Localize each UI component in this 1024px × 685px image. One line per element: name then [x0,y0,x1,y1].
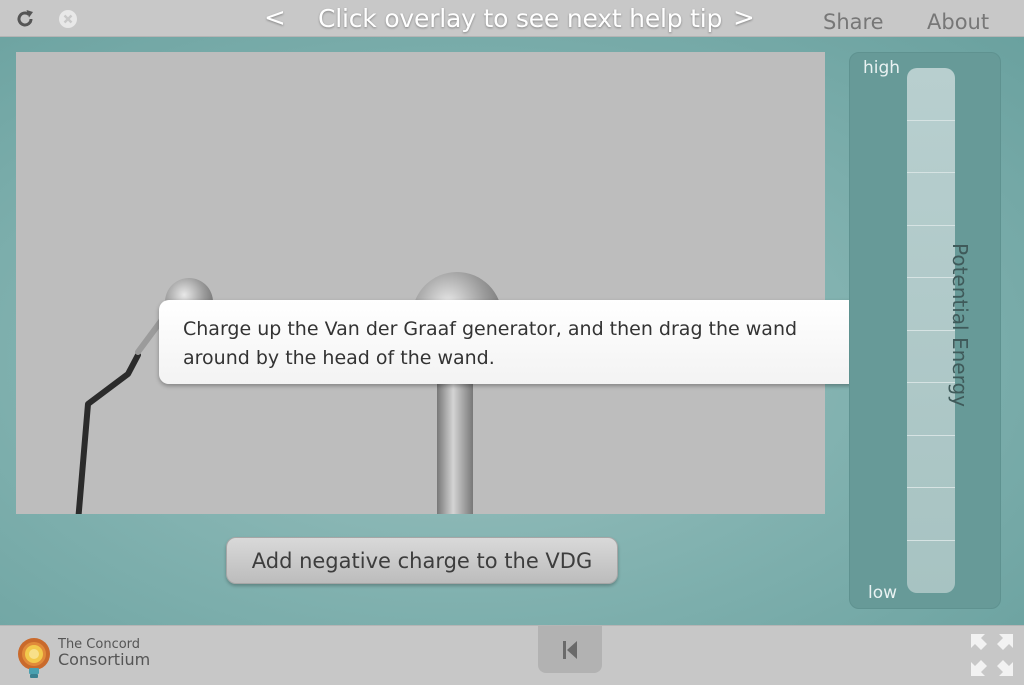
help-tip-text[interactable]: Click overlay to see next help tip [318,4,722,33]
next-tip-button[interactable]: > [733,3,755,33]
concord-logo[interactable]: The Concord Consortium [14,632,174,682]
lightbulb-logo-icon [18,638,50,678]
meter-title: Potential Energy [948,243,972,407]
meter-high-label: high [863,58,901,78]
potential-energy-meter: high Potential Energy low [849,52,1001,609]
rewind-icon [563,640,577,659]
logo-line-2: Consortium [58,650,151,669]
rewind-button[interactable] [538,626,602,673]
footer-bar: The Concord Consortium [0,625,1024,685]
fullscreen-icon[interactable] [969,632,1015,678]
simulation-canvas[interactable] [16,52,825,514]
help-tooltip-text: Charge up the Van der Graaf generator, a… [183,318,798,369]
previous-tip-button[interactable]: < [264,3,286,33]
add-negative-charge-button[interactable]: Add negative charge to the VDG [226,537,618,584]
reload-icon[interactable] [14,8,36,30]
help-tooltip[interactable]: Charge up the Van der Graaf generator, a… [159,300,864,384]
top-bar: < Click overlay to see next help tip > S… [0,0,1024,37]
about-link[interactable]: About [927,10,989,34]
meter-low-label: low [868,583,898,603]
main-area: Charge up the Van der Graaf generator, a… [0,37,1024,625]
share-link[interactable]: Share [823,10,884,34]
close-icon[interactable] [57,8,79,30]
